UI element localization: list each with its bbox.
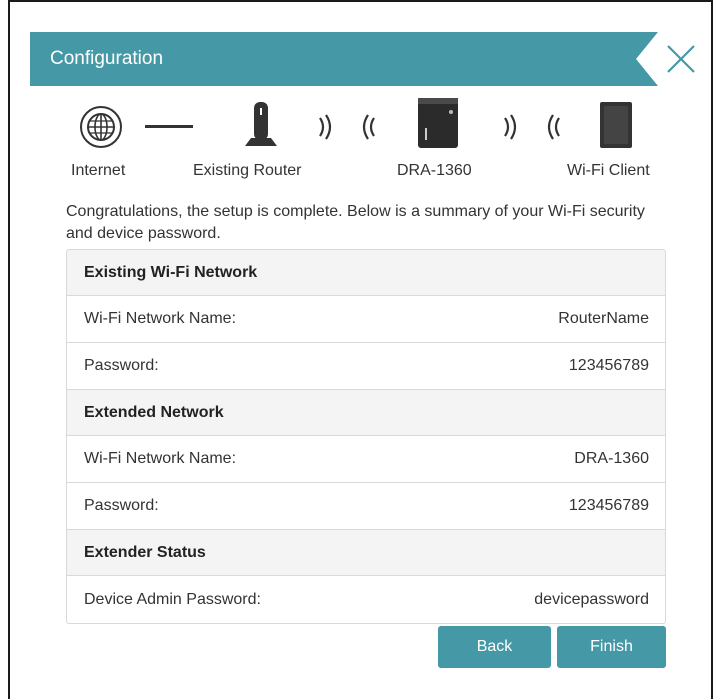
wireless-waves-icon: [504, 114, 560, 140]
topology-label-extender: DRA-1360: [397, 162, 472, 179]
row-label: Wi-Fi Network Name:: [84, 310, 237, 327]
row-value: DRA-1360: [574, 450, 649, 467]
table-row: Wi-Fi Network Name: RouterName: [67, 296, 665, 343]
row-label: Password:: [84, 357, 159, 374]
summary-table: Existing Wi-Fi Network Wi-Fi Network Nam…: [66, 249, 666, 624]
globe-icon: [80, 106, 122, 148]
section-title: Extender Status: [84, 543, 206, 561]
section-header-extender-status: Extender Status: [67, 530, 665, 576]
row-label: Password:: [84, 497, 159, 514]
back-button[interactable]: Back: [438, 626, 551, 668]
topology-label-internet: Internet: [71, 162, 126, 179]
topology-label-router: Existing Router: [193, 162, 302, 179]
setup-dialog: Configuration Internet Existing Router D…: [8, 0, 713, 699]
completion-message: Congratulations, the setup is complete. …: [66, 203, 645, 242]
table-row: Device Admin Password: devicepassword: [67, 576, 665, 623]
topology-label-client: Wi-Fi Client: [567, 162, 650, 179]
network-topology: Internet Existing Router DRA-1360 Wi-Fi …: [10, 2, 715, 192]
finish-button[interactable]: Finish: [557, 626, 666, 668]
row-label: Wi-Fi Network Name:: [84, 450, 237, 467]
row-value: 123456789: [568, 357, 649, 374]
section-header-extended-network: Extended Network: [67, 390, 665, 436]
row-value: RouterName: [558, 310, 649, 327]
section-title: Existing Wi-Fi Network: [84, 263, 258, 281]
tablet-icon: [600, 102, 632, 148]
section-title: Extended Network: [84, 403, 224, 421]
table-row: Wi-Fi Network Name: DRA-1360: [67, 436, 665, 483]
row-label: Device Admin Password:: [84, 590, 261, 608]
extender-icon: [418, 98, 458, 148]
router-icon: [245, 102, 277, 146]
row-value: 123456789: [568, 497, 649, 514]
wireless-waves-icon: [319, 114, 375, 140]
table-row: Password: 123456789: [67, 343, 665, 390]
table-row: Password: 123456789: [67, 483, 665, 530]
section-header-existing-network: Existing Wi-Fi Network: [67, 250, 665, 296]
row-value: devicepassword: [534, 590, 649, 608]
wired-connection-icon: [145, 125, 193, 128]
